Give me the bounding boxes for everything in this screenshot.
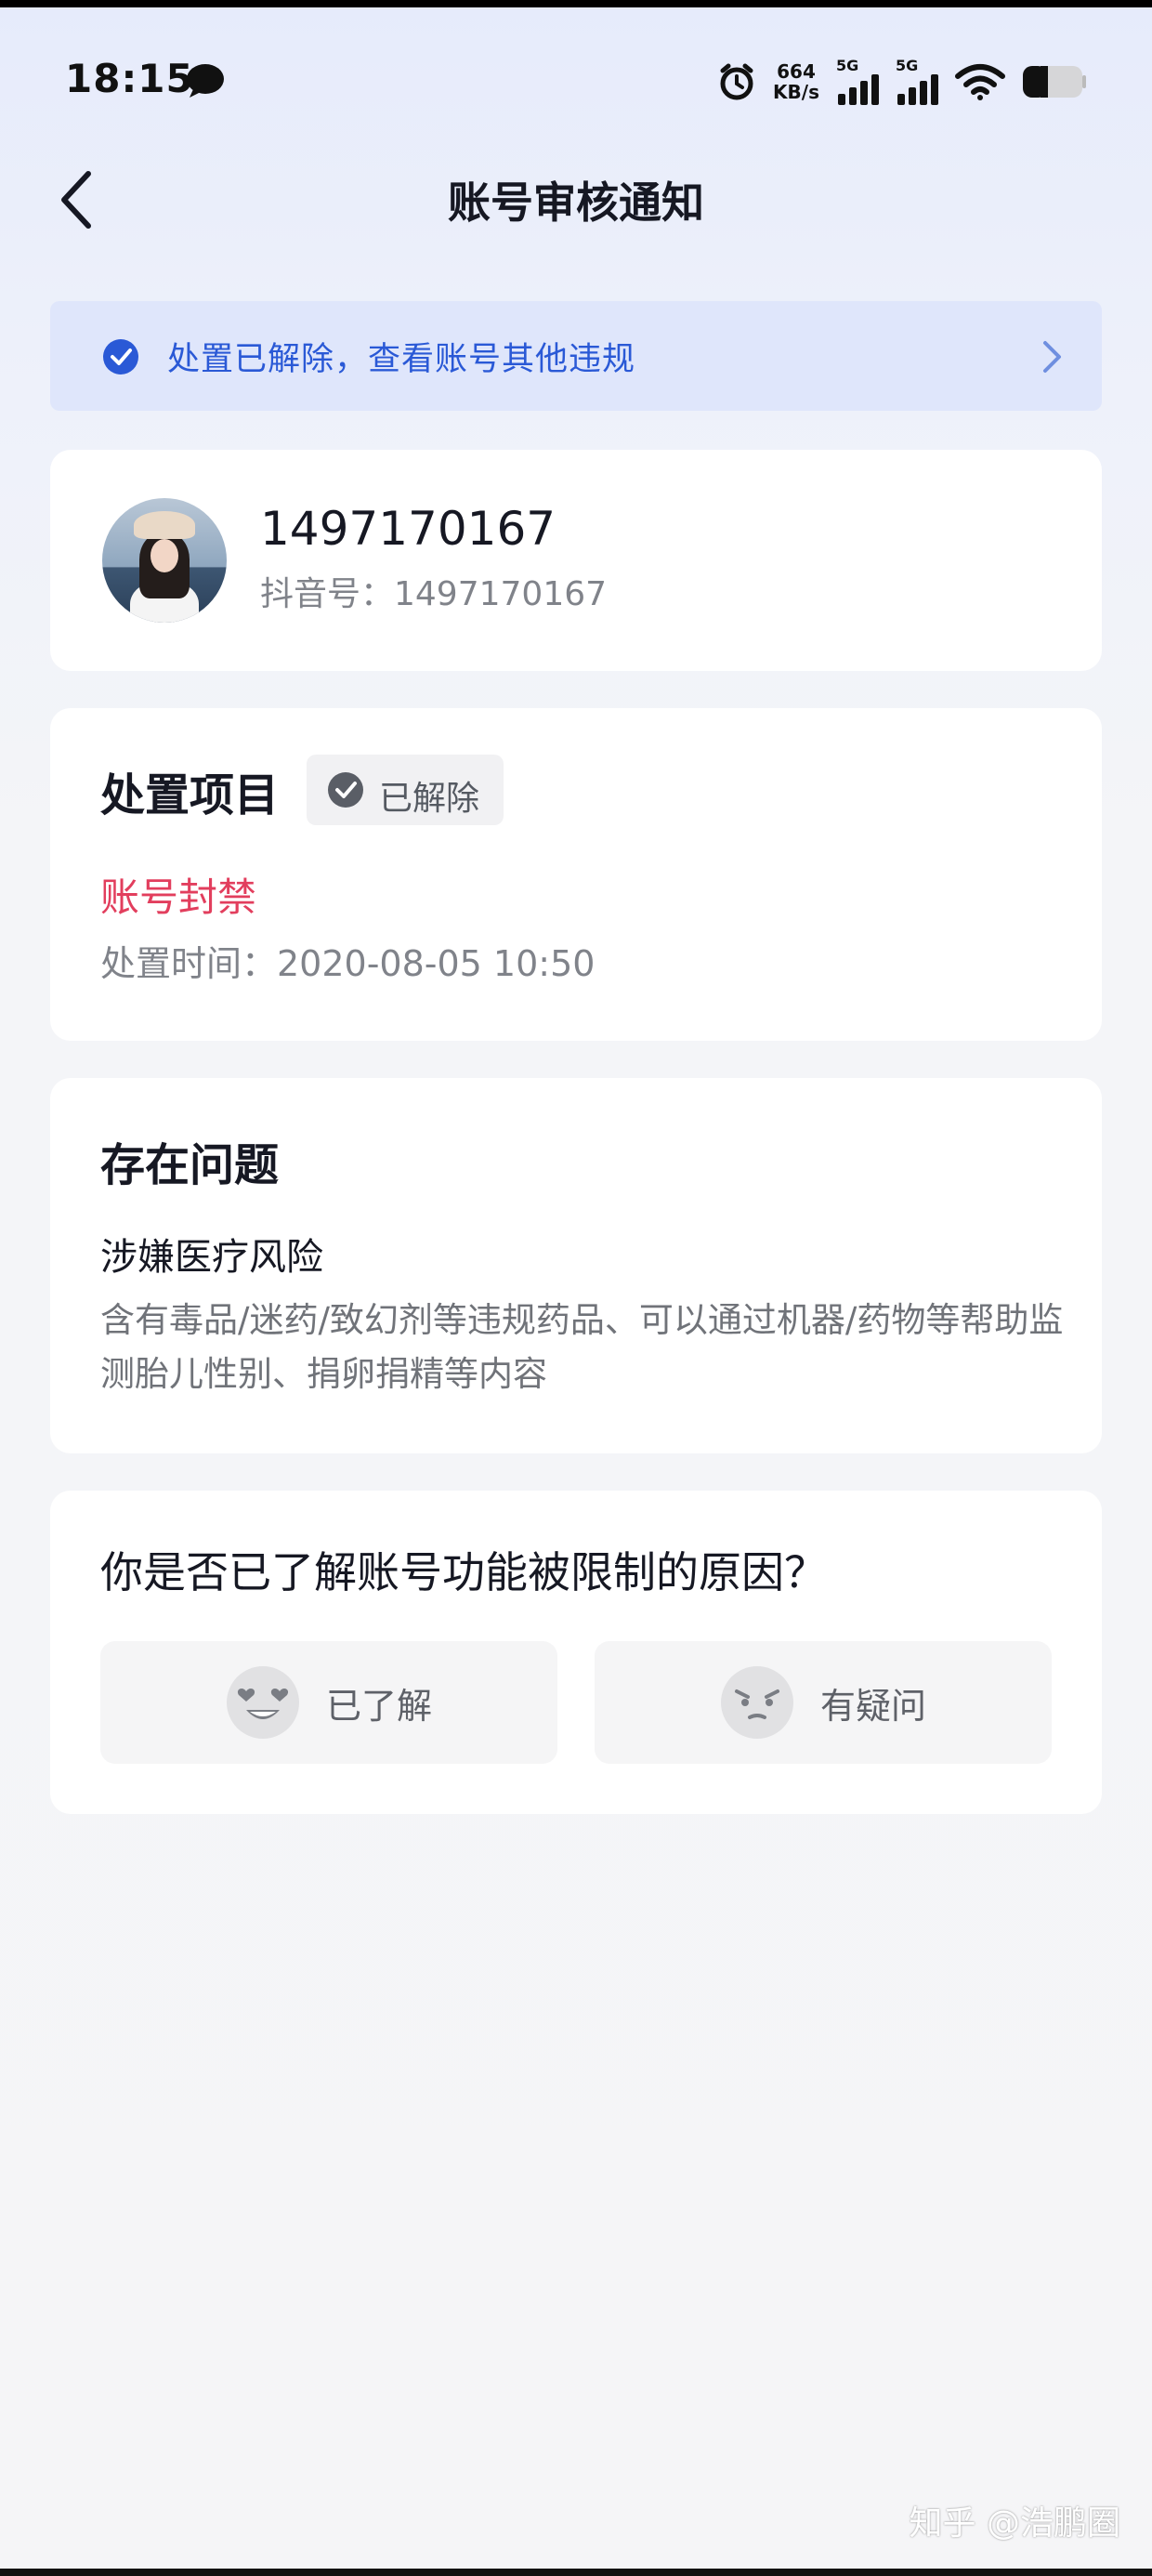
disposal-time: 处置时间：2020-08-05 10:50 bbox=[100, 943, 596, 984]
navigation-bar: 账号审核通知 bbox=[0, 158, 1152, 242]
avatar bbox=[102, 498, 227, 623]
wifi-icon bbox=[955, 64, 1005, 100]
network-speed-unit: KB/s bbox=[773, 81, 819, 103]
issue-description: 含有毒品/迷药/致幻剂等违规药品、可以通过机器/药物等帮助监测胎儿性别、捐卵捐精… bbox=[100, 1300, 1064, 1394]
watermark: 知乎 @浩鹏圈 bbox=[909, 2504, 1120, 2543]
douyin-id: 抖音号：1497170167 bbox=[260, 575, 608, 613]
understood-button[interactable]: 已了解 bbox=[100, 1641, 557, 1764]
status-icons: 664 KB/s 5G 5G bbox=[717, 54, 1087, 110]
banner-text: 处置已解除，查看账号其他违规 bbox=[167, 341, 636, 378]
cell-signal-2: 5G bbox=[896, 59, 938, 105]
feedback-question: 你是否已了解账号功能被限制的原因？ bbox=[100, 1547, 827, 1597]
signal-2-label: 5G bbox=[896, 57, 919, 74]
confused-emoji-icon bbox=[720, 1666, 793, 1739]
battery-icon bbox=[1023, 66, 1086, 98]
account-profile-card: 1497170167 抖音号：1497170167 bbox=[50, 450, 1102, 671]
cell-signal-1: 5G bbox=[836, 59, 879, 105]
device-frame-bottom bbox=[0, 2569, 1152, 2576]
question-label: 有疑问 bbox=[819, 1685, 926, 1727]
status-bar: 18:15 664 KB/s 5G 5G bbox=[0, 37, 1152, 126]
question-button[interactable]: 有疑问 bbox=[595, 1641, 1052, 1764]
status-time: 18:15 bbox=[65, 56, 194, 101]
issue-card: 存在问题 涉嫌医疗风险 含有毒品/迷药/致幻剂等违规药品、可以通过机器/药物等帮… bbox=[50, 1078, 1102, 1453]
feedback-card: 你是否已了解账号功能被限制的原因？ 已了解 有疑问 bbox=[50, 1491, 1102, 1814]
network-speed-value: 664 bbox=[777, 60, 816, 83]
device-frame-top bbox=[0, 0, 1152, 7]
page-title: 账号审核通知 bbox=[448, 177, 704, 228]
disposal-card: 处置项目 已解除 账号封禁 处置时间：2020-08-05 10:50 bbox=[50, 708, 1102, 1041]
message-notification-icon bbox=[187, 64, 224, 98]
signal-bars-icon bbox=[897, 74, 938, 105]
signal-bars-icon bbox=[838, 74, 879, 105]
check-circle-icon bbox=[103, 339, 138, 375]
heart-eyes-emoji-icon bbox=[226, 1666, 299, 1739]
chevron-right-icon bbox=[1043, 341, 1061, 373]
account-name: 1497170167 bbox=[260, 502, 556, 556]
issue-section-title: 存在问题 bbox=[100, 1139, 280, 1191]
lifted-violations-banner[interactable]: 处置已解除，查看账号其他违规 bbox=[50, 301, 1102, 411]
issue-category: 涉嫌医疗风险 bbox=[100, 1236, 323, 1279]
check-circle-icon bbox=[328, 772, 363, 808]
disposal-section-title: 处置项目 bbox=[100, 769, 280, 821]
disposal-action: 账号封禁 bbox=[100, 874, 257, 920]
status-badge: 已解除 bbox=[307, 755, 504, 825]
understood-label: 已了解 bbox=[325, 1685, 432, 1727]
alarm-icon bbox=[720, 63, 753, 100]
signal-1-label: 5G bbox=[836, 57, 859, 74]
status-badge-label: 已解除 bbox=[379, 780, 480, 818]
network-speed: 664 KB/s bbox=[773, 61, 819, 102]
